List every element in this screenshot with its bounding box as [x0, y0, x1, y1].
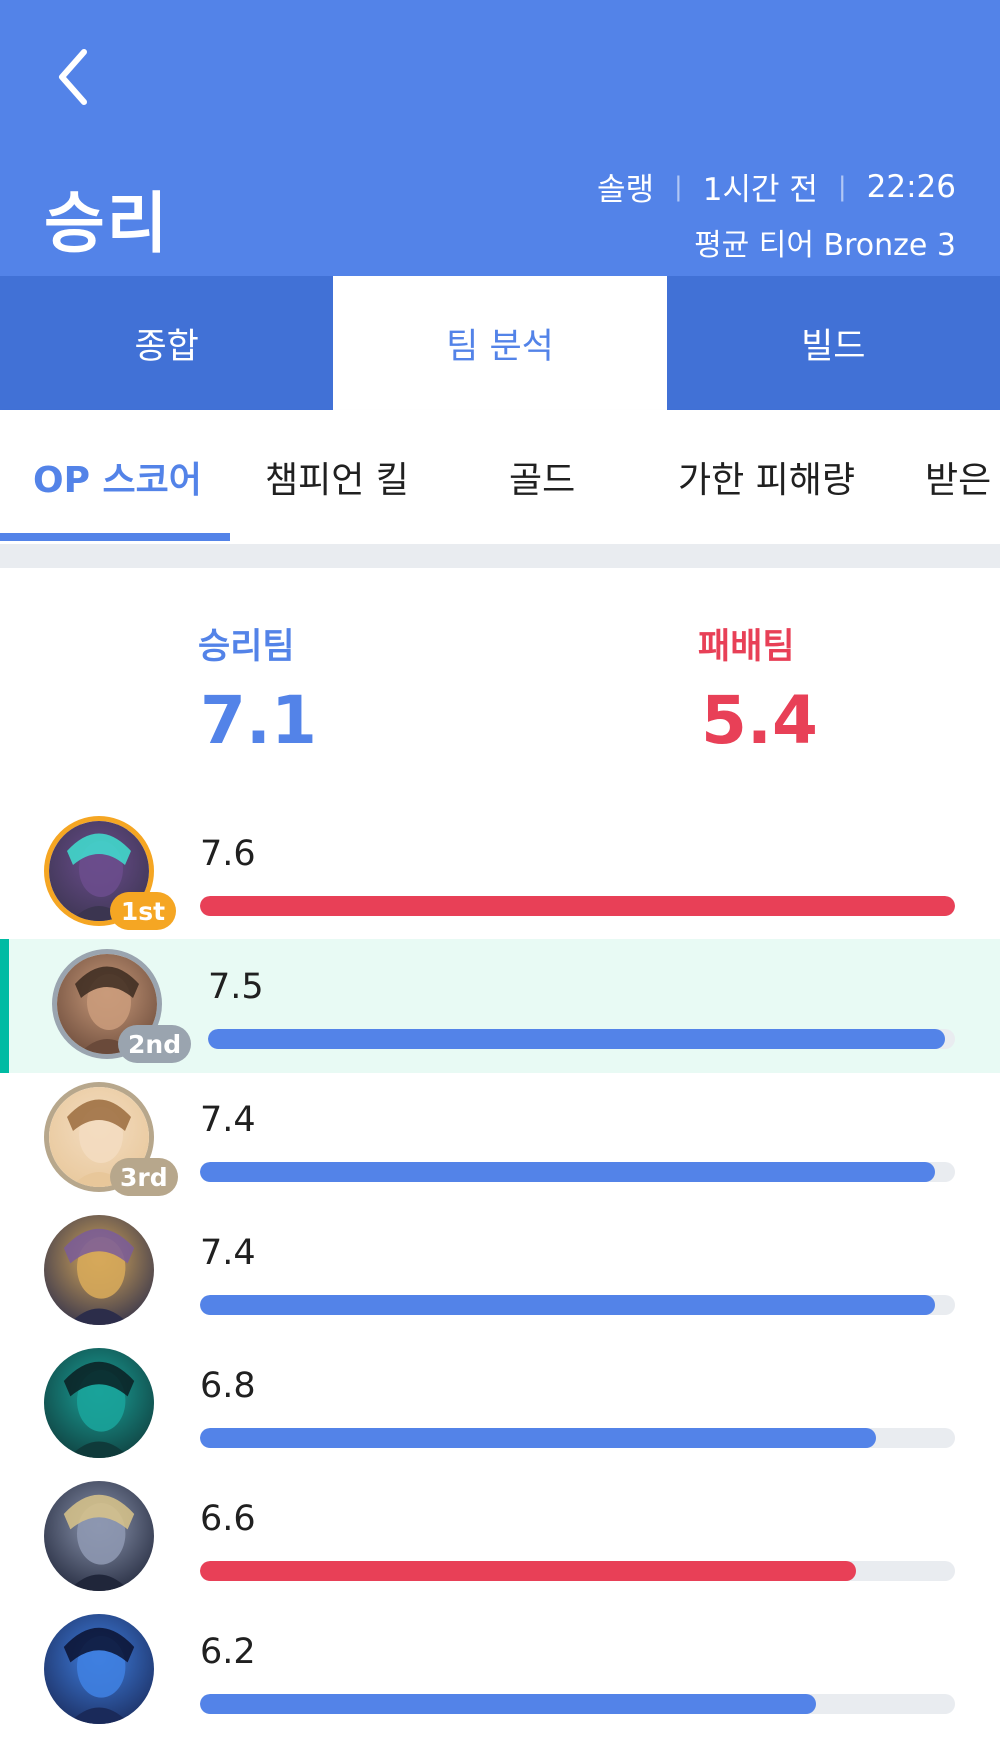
meta-divider: | [837, 171, 847, 202]
player-row[interactable]: 3rd 7.4 [0, 1072, 1000, 1206]
tab-team-analysis[interactable]: 팀 분석 [333, 276, 667, 410]
score-bar-track [200, 1162, 955, 1182]
match-header: 승리 솔랭 | 1시간 전 | 22:26 평균 티어 Bronze 3 [0, 0, 1000, 276]
main-tabs: 종합 팀 분석 빌드 [0, 276, 1000, 410]
score-bar-track [200, 896, 955, 916]
section-divider [0, 544, 1000, 568]
score-bar-fill [200, 1561, 856, 1581]
score-bar-fill [200, 1428, 876, 1448]
player-op-score: 6.2 [200, 1632, 256, 1672]
tab-build[interactable]: 빌드 [667, 276, 1000, 410]
player-op-score: 7.5 [208, 967, 264, 1007]
rank-badge: 3rd [110, 1158, 178, 1196]
game-duration: 22:26 [866, 168, 956, 205]
losing-team-label: 패배팀 [698, 627, 795, 667]
winning-team-score: 7.1 [200, 682, 317, 759]
subtab-damage-dealt[interactable]: 가한 피해량 [678, 410, 855, 544]
score-bar-fill [200, 1162, 935, 1182]
score-bar-fill [200, 896, 955, 916]
rank-badge: 1st [110, 892, 176, 930]
player-row[interactable]: 6.6 [0, 1471, 1000, 1605]
player-op-score: 6.6 [200, 1499, 256, 1539]
average-tier: 평균 티어 Bronze 3 [694, 228, 956, 263]
back-button[interactable] [48, 44, 104, 110]
score-bar-fill [208, 1029, 945, 1049]
score-bar-track [200, 1295, 955, 1315]
player-row[interactable]: 6.2 [0, 1604, 1000, 1738]
player-row[interactable]: 6.8 [0, 1338, 1000, 1472]
subtab-op-score[interactable]: OP 스코어 [33, 410, 202, 544]
player-op-score: 7.4 [200, 1233, 256, 1273]
player-row[interactable]: 1st 7.6 [0, 806, 1000, 940]
rank-badge: 2nd [118, 1025, 192, 1063]
losing-team-score: 5.4 [701, 682, 818, 759]
score-bar-track [200, 1561, 955, 1581]
match-meta: 솔랭 | 1시간 전 | 22:26 [597, 164, 956, 209]
score-bar-track [208, 1029, 955, 1049]
player-op-score: 7.6 [200, 834, 256, 874]
helmeted-champion-icon[interactable] [44, 1481, 154, 1591]
player-row[interactable]: 2nd 7.5 [0, 939, 1000, 1073]
chevron-left-icon [59, 49, 87, 105]
score-bar-track [200, 1428, 955, 1448]
subtab-damage-taken[interactable]: 받은 [925, 410, 991, 544]
current-player-marker [0, 939, 9, 1073]
blue-armored-champion-icon[interactable] [44, 1614, 154, 1724]
score-bar-track [200, 1694, 955, 1714]
golden-haired-champion-icon[interactable] [44, 1215, 154, 1325]
time-ago: 1시간 전 [702, 172, 818, 208]
score-bar-fill [200, 1694, 816, 1714]
winning-team-label: 승리팀 [198, 627, 295, 667]
active-subtab-indicator [0, 533, 230, 541]
analysis-subtabs: OP 스코어 챔피언 킬 골드 가한 피해량 받은 [0, 410, 1000, 544]
teal-armored-champion-icon[interactable] [44, 1348, 154, 1458]
player-row[interactable]: 7.4 [0, 1205, 1000, 1339]
player-op-score: 6.8 [200, 1366, 256, 1406]
meta-divider: | [673, 171, 683, 202]
subtab-champion-kills[interactable]: 챔피언 킬 [265, 410, 409, 544]
subtab-gold[interactable]: 골드 [509, 410, 575, 544]
player-op-score: 7.4 [200, 1100, 256, 1140]
score-bar-fill [200, 1295, 935, 1315]
match-result-title: 승리 [44, 185, 170, 262]
queue-type: 솔랭 [596, 172, 654, 208]
tab-overview[interactable]: 종합 [0, 276, 333, 410]
